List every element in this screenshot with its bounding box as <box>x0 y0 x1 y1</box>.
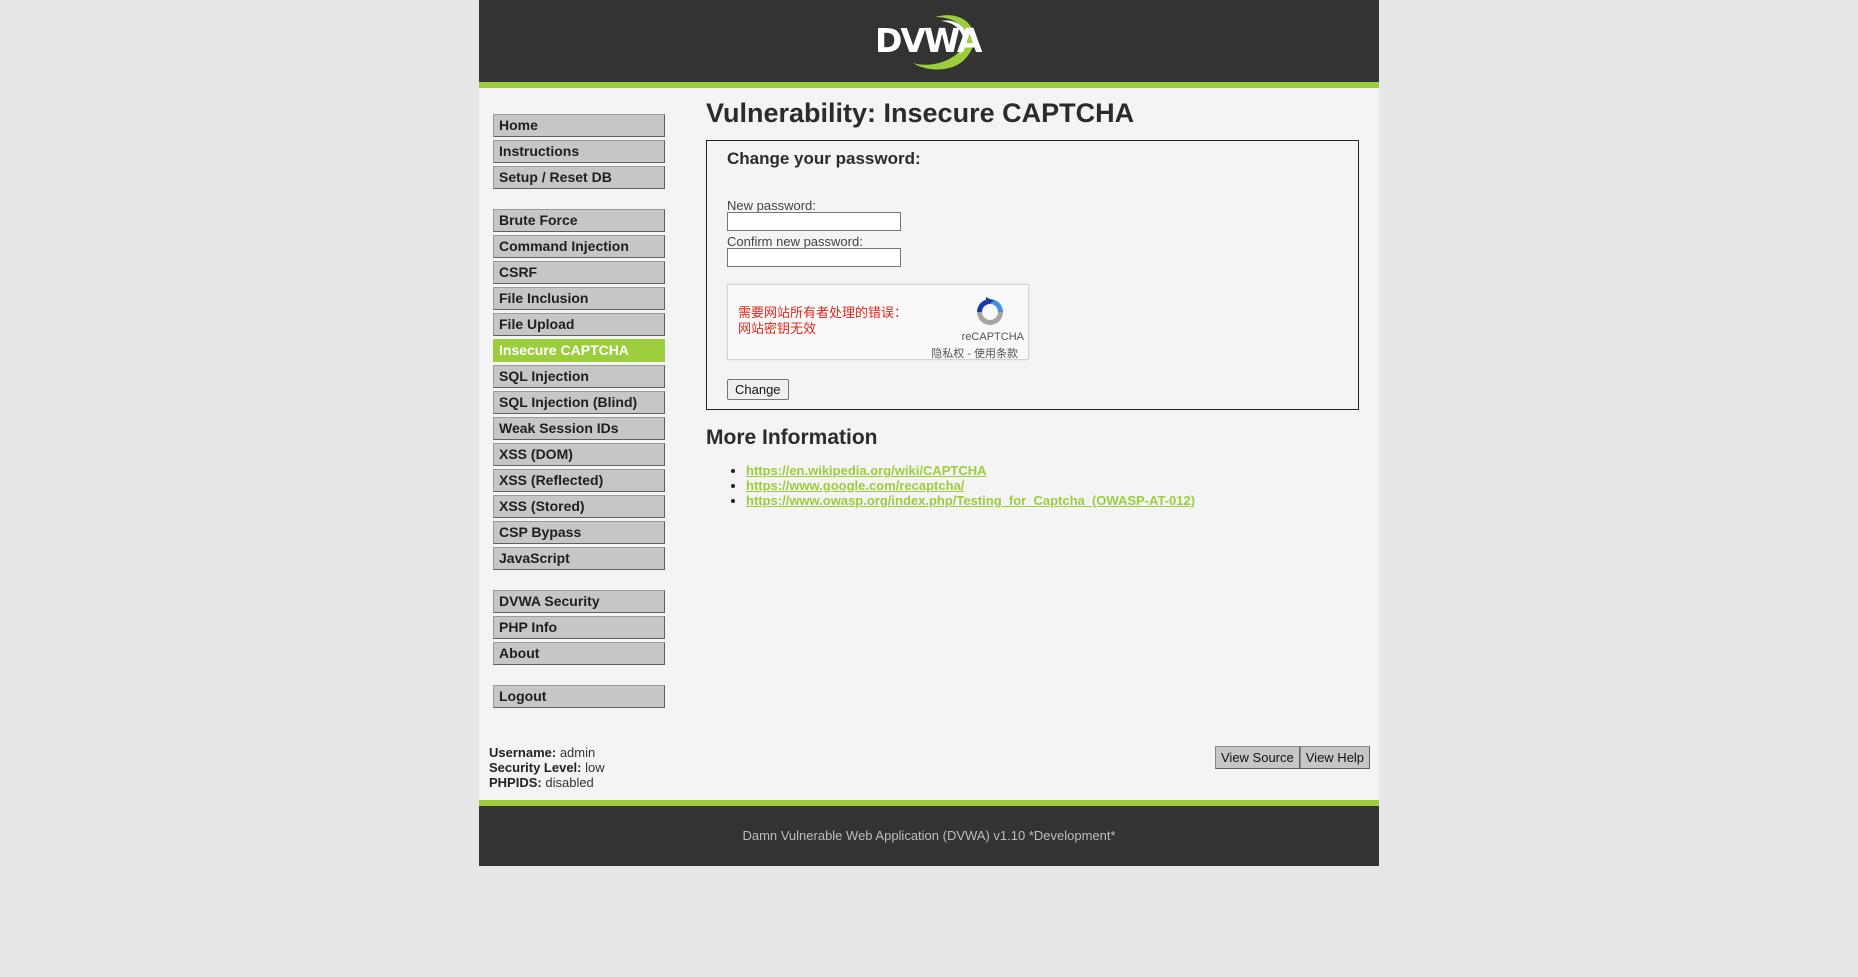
security-level-value: low <box>585 760 605 775</box>
recaptcha-brand: reCAPTCHA <box>961 331 1024 343</box>
view-help-button[interactable]: View Help <box>1299 746 1371 769</box>
source-buttons: View Source View Help <box>1215 746 1371 769</box>
dvwa-logo[interactable]: DVWA <box>875 9 985 71</box>
password-change-form: Change your password: New password: Conf… <box>706 140 1359 410</box>
username-value: admin <box>559 745 596 760</box>
recaptcha-error: 需要网站所有者处理的错误： 网站密钥无效 <box>738 305 938 337</box>
phpids-label: PHPIDS: <box>489 775 542 790</box>
menu-item-file-upload[interactable]: File Upload <box>493 313 665 336</box>
menu-item-php-info[interactable]: PHP Info <box>493 616 665 639</box>
page-container: DVWA Home Instructions Setup / Reset DB … <box>479 0 1379 866</box>
recaptcha-widget[interactable]: 需要网站所有者处理的错误： 网站密钥无效 reCAPTCHA 隐私权 - 使用条… <box>727 284 1029 360</box>
menu-item-dvwa-security[interactable]: DVWA Security <box>493 590 665 613</box>
menu-item-sql-injection[interactable]: SQL Injection <box>493 365 665 388</box>
menu-item-xss-reflected[interactable]: XSS (Reflected) <box>493 469 665 492</box>
security-level-label: Security Level: <box>489 760 582 775</box>
menu-item-javascript[interactable]: JavaScript <box>493 547 665 570</box>
menu-item-csrf[interactable]: CSRF <box>493 261 665 284</box>
list-item: https://en.wikipedia.org/wiki/CAPTCHA <box>746 463 1195 478</box>
list-item: https://www.owasp.org/index.php/Testing_… <box>746 493 1195 508</box>
username-row: Username: admin <box>489 745 605 760</box>
form-heading: Change your password: <box>727 149 921 168</box>
page-title: Vulnerability: Insecure CAPTCHA <box>706 98 1135 128</box>
confirm-password-label: Confirm new password: <box>727 234 863 249</box>
menu-item-file-inclusion[interactable]: File Inclusion <box>493 287 665 310</box>
recaptcha-error-line1: 需要网站所有者处理的错误： <box>738 305 908 320</box>
recaptcha-icon <box>977 297 1003 325</box>
more-information-heading: More Information <box>706 426 878 449</box>
new-password-input[interactable] <box>727 212 901 231</box>
recaptcha-error-line2: 网站密钥无效 <box>738 321 817 336</box>
menu-item-sql-injection-blind[interactable]: SQL Injection (Blind) <box>493 391 665 414</box>
menu-item-about[interactable]: About <box>493 642 665 665</box>
new-password-label: New password: <box>727 198 816 213</box>
username-label: Username: <box>489 745 557 760</box>
menu-item-csp-bypass[interactable]: CSP Bypass <box>493 521 665 544</box>
link-google-recaptcha[interactable]: https://www.google.com/recaptcha/ <box>746 478 964 493</box>
menu-item-insecure-captcha[interactable]: Insecure CAPTCHA <box>493 339 665 362</box>
menu-item-weak-session-ids[interactable]: Weak Session IDs <box>493 417 665 440</box>
menu-item-xss-stored[interactable]: XSS (Stored) <box>493 495 665 518</box>
logo-text: DVWA <box>875 21 982 60</box>
footer: Damn Vulnerable Web Application (DVWA) v… <box>479 800 1379 866</box>
confirm-password-input[interactable] <box>727 248 901 267</box>
change-password-button[interactable]: Change <box>727 379 789 400</box>
menu-item-home[interactable]: Home <box>493 114 665 137</box>
phpids-row: PHPIDS: disabled <box>489 775 605 790</box>
menu-item-logout[interactable]: Logout <box>493 685 665 708</box>
link-owasp-captcha[interactable]: https://www.owasp.org/index.php/Testing_… <box>746 493 1195 508</box>
recaptcha-terms-link[interactable]: 隐私权 - 使用条款 <box>931 345 1018 361</box>
menu-item-instructions[interactable]: Instructions <box>493 140 665 163</box>
more-info-links: https://en.wikipedia.org/wiki/CAPTCHA ht… <box>726 463 1195 508</box>
link-wikipedia-captcha[interactable]: https://en.wikipedia.org/wiki/CAPTCHA <box>746 463 987 478</box>
security-level-row: Security Level: low <box>489 760 605 775</box>
list-item: https://www.google.com/recaptcha/ <box>746 478 1195 493</box>
user-info: Username: admin Security Level: low PHPI… <box>489 745 605 790</box>
footer-text: Damn Vulnerable Web Application (DVWA) v… <box>742 828 1116 843</box>
menu-item-xss-dom[interactable]: XSS (DOM) <box>493 443 665 466</box>
phpids-value: disabled <box>545 775 594 790</box>
menu-item-brute-force[interactable]: Brute Force <box>493 209 665 232</box>
view-source-button[interactable]: View Source <box>1215 746 1300 769</box>
menu-item-command-injection[interactable]: Command Injection <box>493 235 665 258</box>
header: DVWA <box>479 0 1379 88</box>
menu-item-setup-reset-db[interactable]: Setup / Reset DB <box>493 166 665 189</box>
